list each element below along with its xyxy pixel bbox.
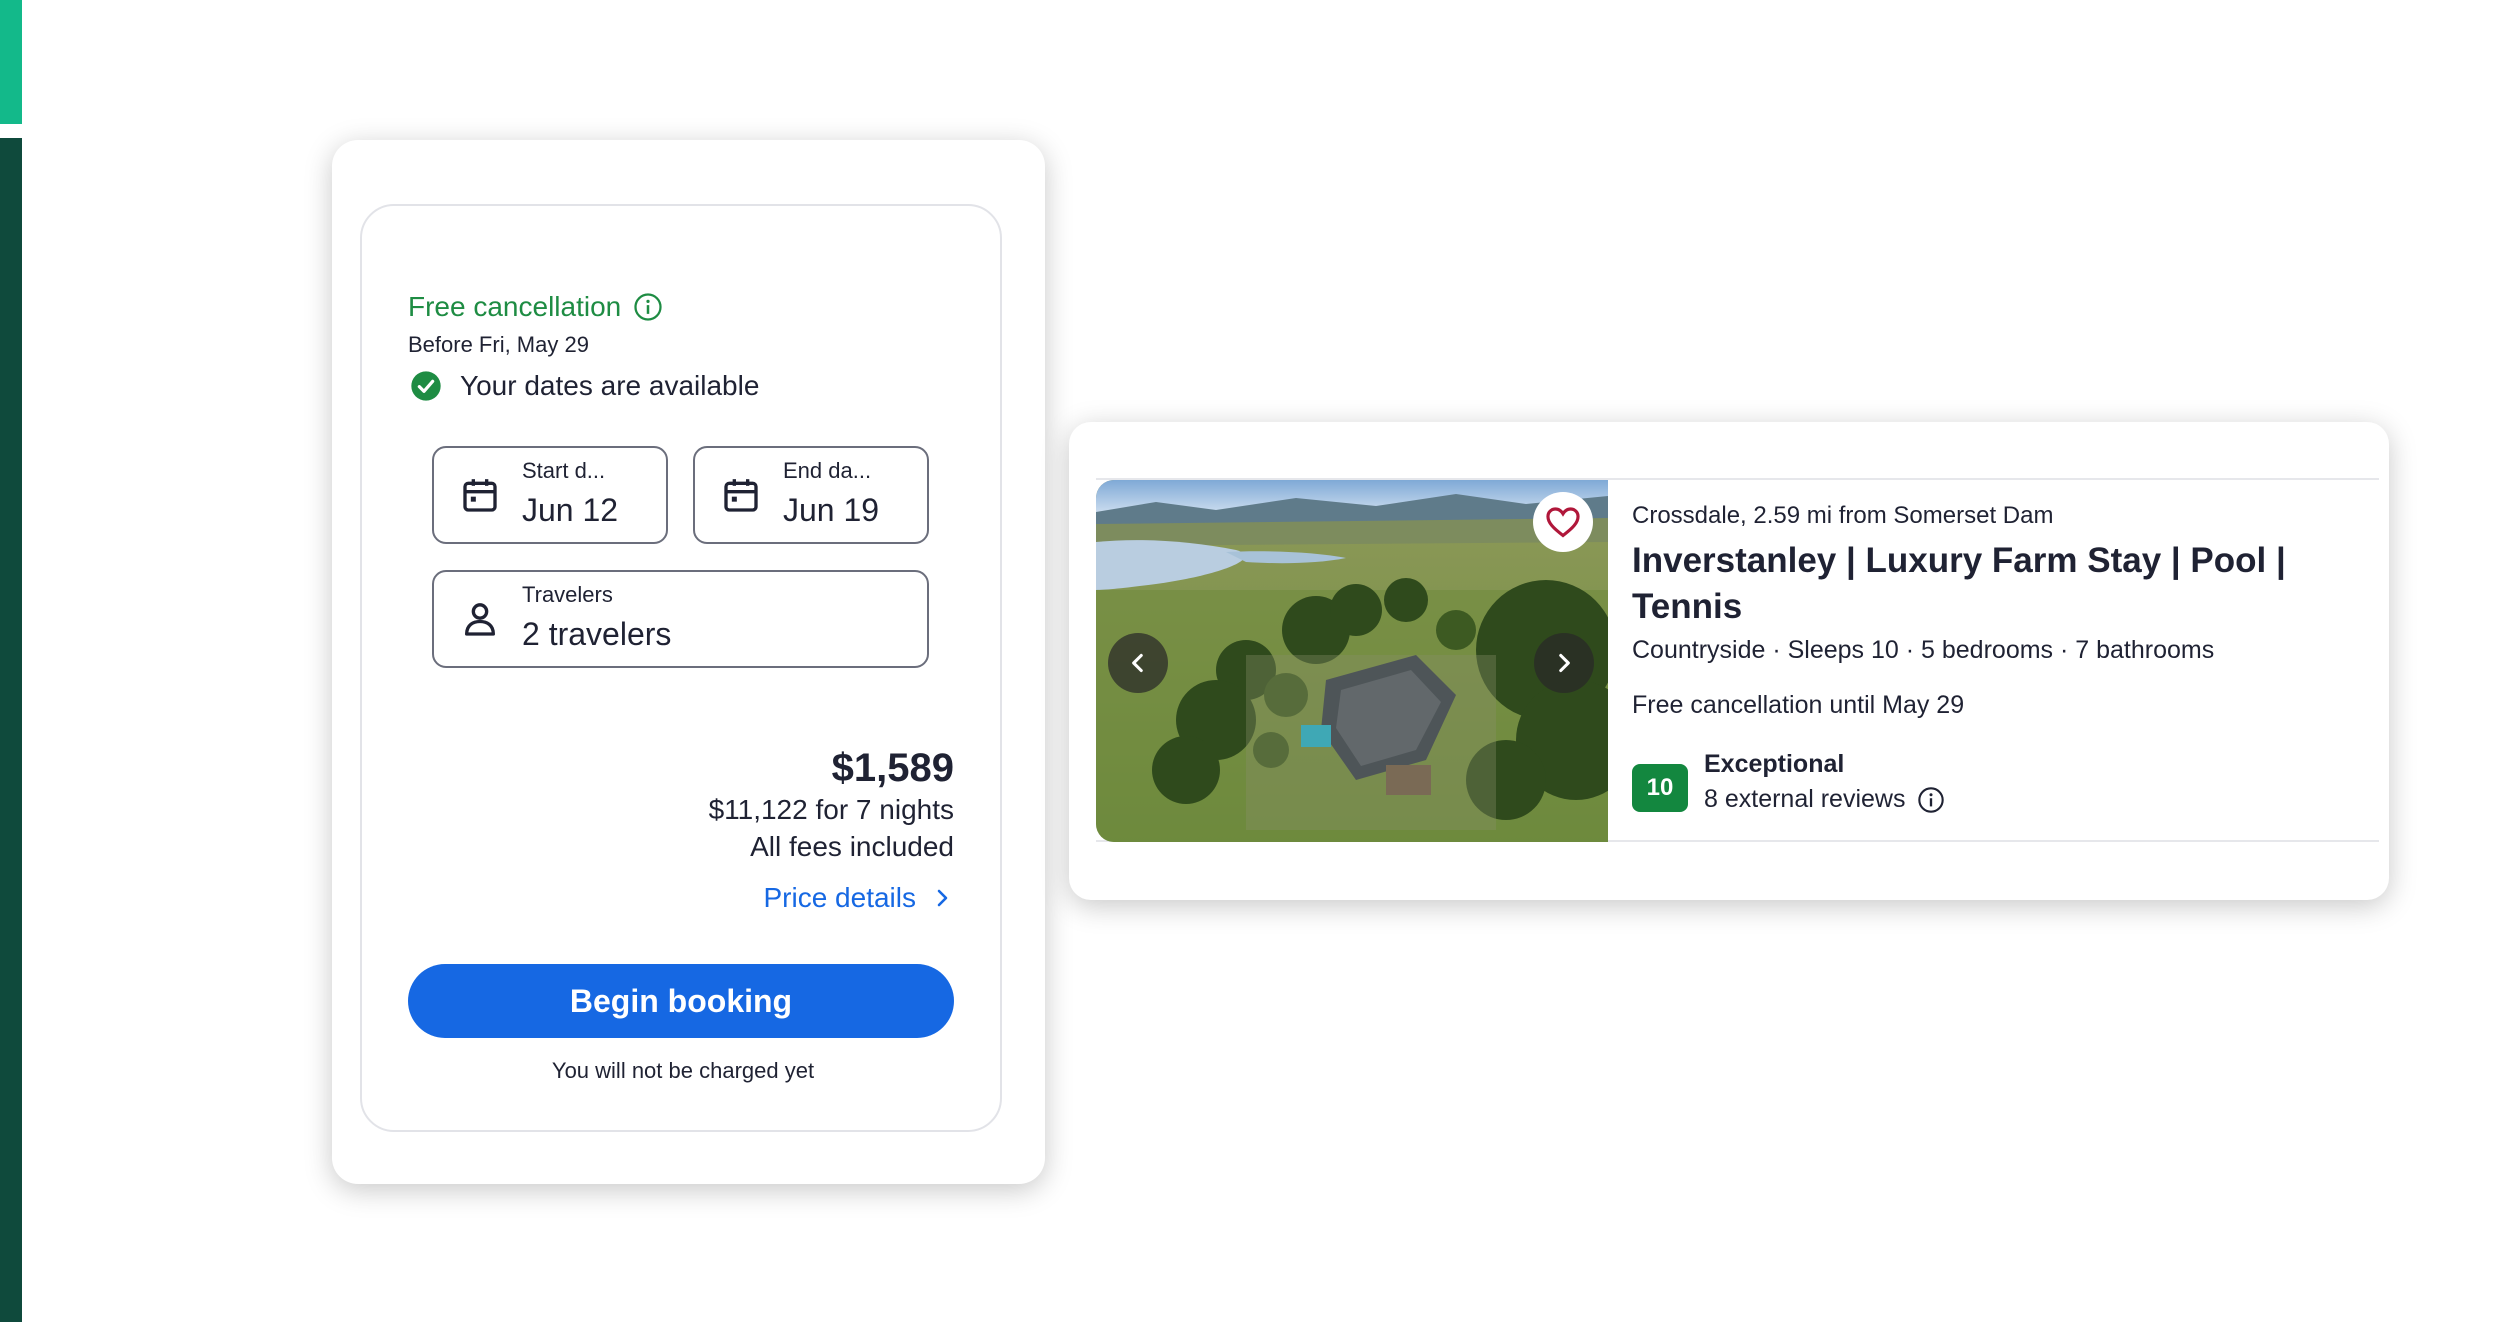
calendar-icon bbox=[463, 479, 497, 512]
travelers-value: 2 travelers bbox=[522, 616, 672, 652]
availability-text: Your dates are available bbox=[460, 370, 760, 401]
info-icon[interactable] bbox=[1917, 786, 1945, 814]
end-date-value: Jun 19 bbox=[783, 492, 880, 528]
person-icon bbox=[465, 603, 495, 636]
rating: 10 Exceptional 8 external reviews bbox=[1632, 750, 1945, 814]
travelers-field[interactable]: Travelers 2 travelers bbox=[432, 570, 929, 668]
rating-text: Exceptional 8 external reviews bbox=[1704, 750, 1945, 814]
property-card[interactable]: Crossdale, 2.59 mi from Somerset Dam Inv… bbox=[1069, 422, 2389, 900]
total-price: $11,122 for 7 nights bbox=[708, 794, 954, 825]
chevron-right-icon bbox=[937, 889, 948, 907]
nightly-price: $1,589 bbox=[831, 746, 954, 790]
booking-card: Free cancellation Before Fri, May 29 You… bbox=[360, 204, 1002, 1132]
begin-booking-button[interactable]: Begin booking bbox=[408, 964, 954, 1038]
availability-status: Your dates are available bbox=[410, 370, 759, 402]
chevron-right-icon bbox=[1559, 653, 1570, 673]
cancellation-deadline: Before Fri, May 29 bbox=[408, 332, 589, 357]
property-listing: Crossdale, 2.59 mi from Somerset Dam Inv… bbox=[1096, 478, 2379, 842]
property-photo-image bbox=[1096, 480, 1608, 842]
property-photo[interactable] bbox=[1096, 480, 1608, 842]
property-location: Crossdale, 2.59 mi from Somerset Dam bbox=[1632, 502, 2054, 529]
price-details-label: Price details bbox=[763, 882, 916, 913]
start-date-field[interactable]: Start d... Jun 12 bbox=[432, 446, 668, 544]
reviews-label: 8 external reviews bbox=[1704, 785, 1906, 813]
start-date-value: Jun 12 bbox=[522, 492, 619, 528]
score-badge: 10 bbox=[1632, 764, 1688, 812]
property-info: Crossdale, 2.59 mi from Somerset Dam Inv… bbox=[1632, 502, 2352, 720]
property-cancellation: Free cancellation until May 29 bbox=[1632, 691, 1965, 719]
fees-note: All fees included bbox=[750, 831, 954, 862]
travelers-label: Travelers bbox=[522, 582, 613, 607]
reviews-count: 8 external reviews bbox=[1704, 785, 1945, 814]
not-charged-note: You will not be charged yet bbox=[551, 1058, 815, 1083]
check-circle-icon bbox=[411, 371, 441, 401]
end-date-field[interactable]: End da... Jun 19 bbox=[693, 446, 929, 544]
info-icon[interactable] bbox=[633, 292, 663, 322]
end-date-label: End da... bbox=[783, 458, 872, 483]
next-photo-button[interactable] bbox=[1534, 633, 1594, 693]
previous-photo-button[interactable] bbox=[1108, 633, 1168, 693]
left-side-bar bbox=[0, 138, 22, 1322]
property-details: Countryside · Sleeps 10 · 5 bedrooms · 7… bbox=[1632, 636, 2215, 664]
rating-label: Exceptional bbox=[1704, 750, 1845, 778]
free-cancellation: Free cancellation bbox=[408, 291, 663, 323]
left-accent-bar bbox=[0, 0, 22, 124]
property-title[interactable]: Inverstanley | Luxury Farm Stay | Pool |… bbox=[1632, 538, 2352, 630]
booking-panel: Free cancellation Before Fri, May 29 You… bbox=[332, 140, 1045, 1184]
start-date-label: Start d... bbox=[522, 458, 606, 483]
calendar-icon bbox=[724, 479, 758, 512]
save-favorite-button[interactable] bbox=[1533, 492, 1593, 552]
heart-icon bbox=[1546, 507, 1580, 538]
price-details-link[interactable]: Price details bbox=[763, 882, 954, 914]
free-cancellation-label: Free cancellation bbox=[408, 291, 622, 322]
chevron-left-icon bbox=[1132, 653, 1143, 673]
